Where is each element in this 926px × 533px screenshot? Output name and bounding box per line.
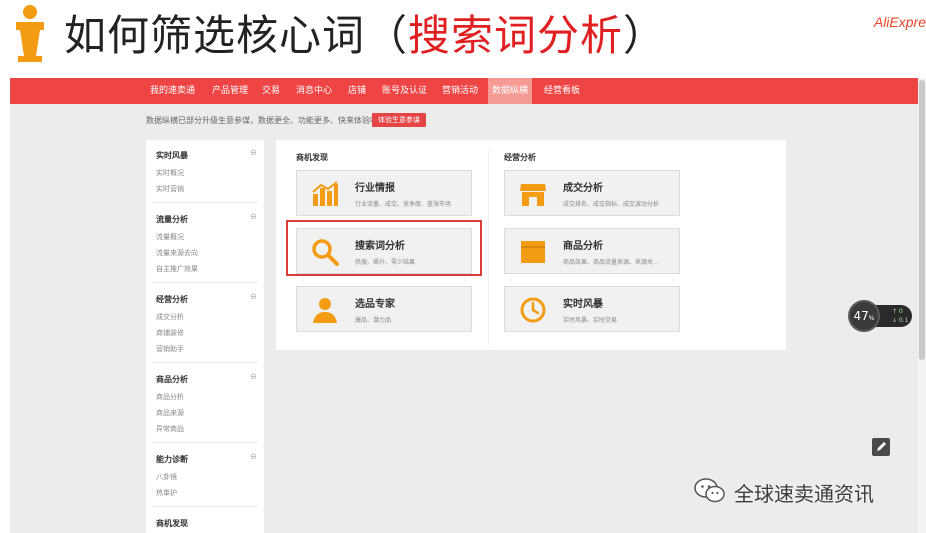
card-title: 实时风暴 — [563, 299, 603, 310]
collapse-icon[interactable]: ⊖ — [250, 212, 257, 221]
top-nav: 我的速卖通 产品管理 交易 消息中心 店铺 账号及认证 营销活动 数据纵横 经营… — [10, 78, 918, 104]
watermark-text: 全球速卖通资讯 — [734, 482, 874, 506]
chart-icon — [312, 181, 338, 206]
divider — [152, 282, 258, 283]
highlight-annotation — [286, 220, 482, 276]
divider — [152, 202, 258, 203]
card-desc: 成交排名、成交指标、成交波动分析 — [563, 201, 660, 208]
sidebar-item[interactable]: 流量概况 — [156, 232, 184, 242]
collapse-icon[interactable]: ⊖ — [250, 372, 257, 381]
upload-speed: ↑ 0 — [892, 308, 903, 315]
card-desc: 爆品、潜力品 — [355, 317, 392, 324]
divider — [152, 442, 258, 443]
divider — [152, 506, 258, 507]
section-title-opportunity: 商机发现 — [296, 153, 328, 162]
card-transaction-analysis[interactable]: 成交分析 成交排名、成交指标、成交波动分析 — [504, 170, 680, 216]
collapse-icon[interactable]: ⊖ — [250, 148, 257, 157]
nav-item-messages[interactable]: 消息中心 — [296, 78, 332, 104]
pencil-icon — [877, 442, 886, 451]
network-speed-widget[interactable]: 47% ↑ 0 ↓ 0.1 — [848, 300, 912, 332]
sidebar-item[interactable]: 实时概况 — [156, 168, 184, 178]
sidebar-item[interactable]: 商品分析 — [156, 392, 184, 402]
divider — [488, 150, 489, 345]
sidebar-item[interactable]: 商品来源 — [156, 408, 184, 418]
wechat-icon — [694, 478, 725, 503]
sidebar-group-title[interactable]: 商品分析 — [156, 374, 188, 385]
sidebar-group-title[interactable]: 流量分析 — [156, 214, 188, 225]
nav-item-marketing[interactable]: 营销活动 — [442, 78, 478, 104]
card-product-expert[interactable]: 选品专家 爆品、潜力品 — [296, 286, 472, 332]
sidebar: 实时风暴 ⊖ 实时概况 实时营销 流量分析 ⊖ 流量概况 流量来源去向 自主推广… — [146, 140, 264, 533]
card-goods-analysis[interactable]: 商品分析 商品效果、商品流量来源、来源关... — [504, 228, 680, 274]
collapse-icon[interactable]: ⊖ — [250, 292, 257, 301]
slide-title: 如何筛选核心词（搜索词分析） — [64, 11, 667, 60]
sidebar-group-title[interactable]: 能力诊断 — [156, 454, 188, 465]
speaker-podium-icon — [16, 5, 44, 62]
speed-gauge: 47% — [848, 300, 880, 332]
nav-item-store[interactable]: 店铺 — [348, 78, 366, 104]
nav-item-products[interactable]: 产品管理 — [212, 78, 248, 104]
sidebar-item[interactable]: 热单护 — [156, 488, 177, 498]
sidebar-item[interactable]: 八卦镜 — [156, 472, 177, 482]
slide-header: 如何筛选核心词（搜索词分析） AliExpre — [0, 0, 926, 75]
sidebar-item[interactable]: 异常商品 — [156, 424, 184, 434]
upgrade-notice: 数据纵横已部分升级生意参谋，数据更全、功能更多、快来体验吧！ — [146, 116, 386, 125]
scrollbar[interactable] — [918, 78, 926, 533]
section-title-operations: 经营分析 — [504, 153, 536, 162]
card-realtime-storm[interactable]: 实时风暴 实时风暴、实时交易 — [504, 286, 680, 332]
brand-logo: AliExpre — [873, 14, 926, 30]
clock-icon — [520, 297, 546, 323]
sidebar-item[interactable]: 实时营销 — [156, 184, 184, 194]
sidebar-group-title[interactable]: 商机发现 — [156, 518, 188, 529]
divider — [152, 362, 258, 363]
card-industry-intel[interactable]: 行业情报 行业流量、成交、竞争度、蓝海市场 — [296, 170, 472, 216]
sidebar-item[interactable]: 商铺装修 — [156, 328, 184, 338]
download-speed: ↓ 0.1 — [892, 317, 909, 324]
sidebar-item[interactable]: 自主推广效果 — [156, 264, 198, 274]
person-icon — [313, 298, 337, 323]
card-desc: 商品效果、商品流量来源、来源关... — [563, 259, 659, 266]
sidebar-group-title[interactable]: 经营分析 — [156, 294, 188, 305]
card-title: 选品专家 — [355, 299, 395, 310]
card-desc: 实时风暴、实时交易 — [563, 317, 618, 324]
sidebar-item[interactable]: 营销助手 — [156, 344, 184, 354]
edit-button[interactable] — [872, 438, 890, 456]
sidebar-item[interactable]: 流量来源去向 — [156, 248, 198, 258]
sidebar-group-title[interactable]: 实时风暴 — [156, 150, 188, 161]
card-title: 成交分析 — [563, 183, 603, 194]
try-button[interactable]: 体验生意参谋 — [372, 113, 426, 127]
card-title: 商品分析 — [563, 241, 603, 252]
collapse-icon[interactable]: ⊖ — [250, 452, 257, 461]
nav-item-my-aliexpress[interactable]: 我的速卖通 — [150, 78, 195, 104]
scroll-thumb[interactable] — [919, 80, 925, 360]
nav-item-data[interactable]: 数据纵横 — [488, 78, 533, 104]
shop-icon — [520, 184, 546, 206]
nav-item-trade[interactable]: 交易 — [262, 78, 280, 104]
slide-title-highlight: 搜索词分析 — [408, 11, 624, 60]
box-icon — [521, 241, 545, 263]
nav-item-dashboard[interactable]: 经营看板 — [544, 78, 580, 104]
sidebar-item[interactable]: 成交分析 — [156, 312, 184, 322]
card-desc: 行业流量、成交、竞争度、蓝海市场 — [355, 201, 452, 208]
screen-capture: 我的速卖通 产品管理 交易 消息中心 店铺 账号及认证 营销活动 数据纵横 经营… — [10, 78, 926, 533]
card-title: 行业情报 — [355, 183, 395, 194]
nav-item-account[interactable]: 账号及认证 — [382, 78, 427, 104]
